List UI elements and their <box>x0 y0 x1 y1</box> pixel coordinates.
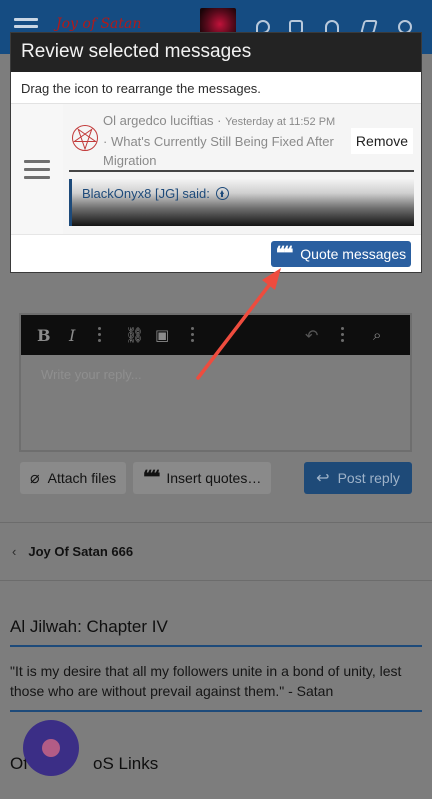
link-icon[interactable]: ⛓ <box>125 326 144 344</box>
meta-separator: · <box>213 113 226 128</box>
message-quote-block: BlackOnyx8 [JG] said: <box>69 179 414 226</box>
message-divider <box>69 170 414 172</box>
breadcrumb[interactable]: ‹ Joy Of Satan 666 <box>12 544 133 559</box>
editor-toolbar: B I ⛓ ▣ ↶ ⌕ <box>21 315 410 355</box>
post-reply-label: Post reply <box>337 470 400 486</box>
selected-message-row: Ol argedco luciftias · Yesterday at 11:5… <box>11 104 421 235</box>
arrow-up-circle-icon[interactable] <box>215 187 229 200</box>
floating-action-button[interactable] <box>23 720 79 776</box>
italic-icon[interactable]: I <box>69 326 75 345</box>
site-logo[interactable]: Joy of Satan <box>56 16 141 32</box>
breadcrumb-label: Joy Of Satan 666 <box>28 544 134 559</box>
review-messages-dialog: Review selected messages Drag the icon t… <box>10 32 422 273</box>
reply-placeholder[interactable]: Write your reply... <box>41 367 142 382</box>
attach-files-label: Attach files <box>47 470 117 486</box>
message-meta: Ol argedco luciftias · Yesterday at 11:5… <box>103 111 343 170</box>
widget-title-quote: Al Jilwah: Chapter IV <box>10 617 168 636</box>
widget-quote-body: "It is my desire that all my followers u… <box>10 663 402 699</box>
quote-icon: ❝❝ <box>275 243 293 264</box>
dialog-title: Review selected messages <box>11 33 421 72</box>
pentagram-avatar-icon <box>72 125 98 151</box>
undo-icon[interactable]: ↶ <box>305 326 318 345</box>
message-thread[interactable]: · What's Currently Still Being Fixed Aft… <box>103 134 334 168</box>
insert-quotes-label: Insert quotes… <box>166 470 262 486</box>
more-insert-options-icon[interactable] <box>191 327 194 342</box>
fab-dot-icon <box>42 739 60 757</box>
insert-quotes-button[interactable]: ❝❝ Insert quotes… <box>133 462 272 494</box>
quote-messages-button[interactable]: ❝❝ Quote messages <box>271 241 411 267</box>
quote-attribution[interactable]: BlackOnyx8 [JG] said: <box>82 186 229 201</box>
widget-title-links-right: oS Links <box>93 754 159 773</box>
message-time: Yesterday at 11:52 PM <box>225 116 336 128</box>
widget-underline <box>10 645 422 647</box>
attach-files-button[interactable]: ⌀ Attach files <box>20 462 127 494</box>
more-options-icon[interactable] <box>341 327 344 342</box>
dialog-hint: Drag the icon to rearrange the messages. <box>11 72 421 104</box>
divider <box>0 580 432 581</box>
chevron-left-icon: ‹ <box>12 544 17 559</box>
message-author[interactable]: Ol argedco luciftias <box>103 113 214 128</box>
post-reply-button[interactable]: ↩ Post reply <box>304 462 412 494</box>
widget-underline <box>10 710 422 712</box>
bold-icon[interactable]: B <box>37 326 51 345</box>
message-card: Ol argedco luciftias · Yesterday at 11:5… <box>63 104 421 234</box>
drag-handle-icon[interactable] <box>11 104 63 234</box>
more-text-options-icon[interactable] <box>98 327 101 342</box>
quote-messages-label: Quote messages <box>300 246 407 262</box>
reply-icon: ↩ <box>316 470 330 487</box>
reply-editor[interactable]: B I ⛓ ▣ ↶ ⌕ Write your reply... <box>19 313 412 452</box>
image-icon[interactable]: ▣ <box>155 326 169 344</box>
quote-attribution-label: BlackOnyx8 [JG] said: <box>82 186 210 201</box>
divider <box>0 522 432 523</box>
quote-icon: ❝❝ <box>143 467 160 488</box>
paperclip-icon: ⌀ <box>30 470 40 487</box>
preview-icon[interactable]: ⌕ <box>373 326 381 344</box>
remove-button[interactable]: Remove <box>351 128 413 154</box>
